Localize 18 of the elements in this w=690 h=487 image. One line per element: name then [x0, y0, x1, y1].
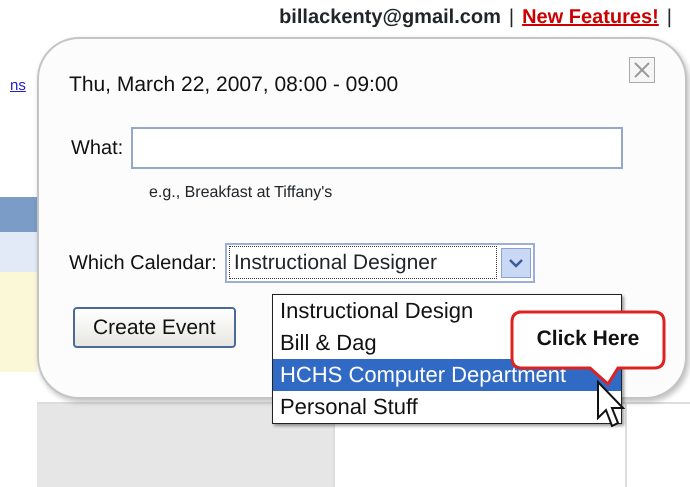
calendar-header-strip [0, 197, 37, 232]
calendar-option[interactable]: Personal Stuff [273, 391, 621, 423]
create-event-button[interactable]: Create Event [73, 306, 236, 348]
what-field[interactable] [131, 126, 624, 168]
calendar-label: Which Calendar: [69, 250, 217, 276]
side-link[interactable]: ns [10, 75, 26, 98]
calendar-day-strip [0, 232, 37, 272]
dialog-title: Thu, March 22, 2007, 08:00 - 09:00 [69, 72, 400, 98]
calendar-select[interactable]: Instructional Designer [224, 242, 535, 282]
separator: | [508, 5, 514, 30]
new-features-link[interactable]: New Features! [522, 2, 659, 32]
account-email: billackenty@gmail.com [279, 5, 501, 30]
close-button[interactable] [629, 57, 655, 83]
callout-text: Click Here [536, 326, 640, 352]
what-label: What: [71, 136, 124, 160]
hint-text: e.g., Breakfast at Tiffany's [149, 182, 334, 202]
separator: | [666, 5, 672, 30]
caret-icon[interactable] [500, 248, 531, 278]
